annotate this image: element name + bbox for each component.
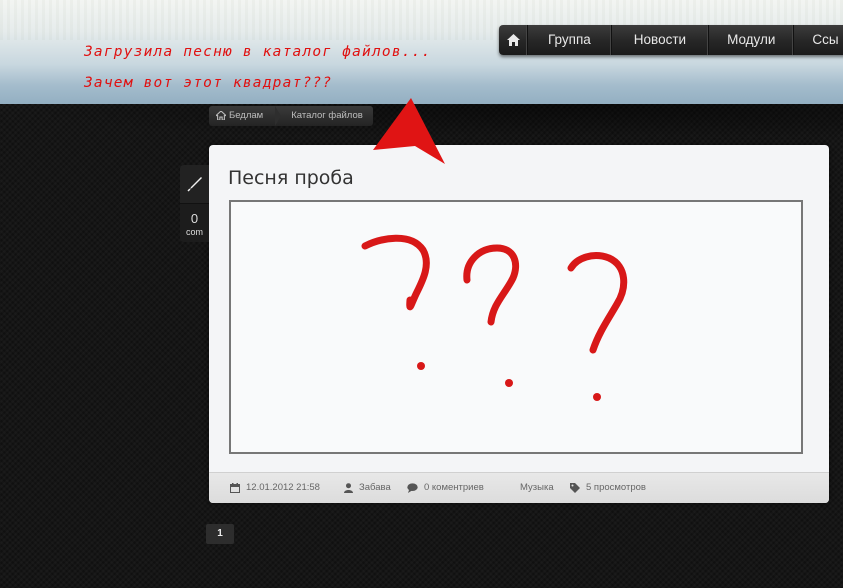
meta-date-text: 12.01.2012 21:58 xyxy=(246,482,320,493)
write-comment-button[interactable] xyxy=(180,165,209,204)
calendar-icon xyxy=(230,483,240,493)
breadcrumb-item-catalog[interactable]: Каталог файлов xyxy=(275,106,373,126)
meta-views-text: 5 просмотров xyxy=(586,482,646,493)
nav-home-button[interactable] xyxy=(499,25,528,55)
entry-title[interactable]: Песня проба xyxy=(228,167,354,189)
breadcrumb: Бедлам Каталог файлов xyxy=(209,106,373,126)
annotation-line-2: Зачем вот этот квадрат??? xyxy=(84,75,333,91)
nav-item-news[interactable]: Новости xyxy=(612,25,710,55)
media-placeholder xyxy=(229,200,803,454)
speech-bubble-icon xyxy=(407,483,418,493)
file-entry-card: Песня проба 12.01.2012 21:58 Забава 0 ко… xyxy=(209,145,829,503)
pen-icon xyxy=(186,177,202,192)
meta-author-text: Забава xyxy=(359,482,391,493)
meta-category-text: Музыка xyxy=(520,482,554,493)
main-nav: Группа Новости Модули Ссы xyxy=(499,25,843,55)
breadcrumb-item-home[interactable]: Бедлам xyxy=(209,106,282,126)
nav-item-modules[interactable]: Модули xyxy=(709,25,795,55)
meta-comments-text: 0 коментриев xyxy=(424,482,484,493)
comment-count-label: com xyxy=(185,227,203,237)
meta-comments[interactable]: 0 коментриев xyxy=(407,473,484,503)
entry-meta-bar: 12.01.2012 21:58 Забава 0 коментриев Муз… xyxy=(209,472,829,503)
side-toolbar: 0 com xyxy=(180,165,209,242)
meta-author[interactable]: Забава xyxy=(344,473,391,503)
nav-item-links[interactable]: Ссы xyxy=(794,25,843,55)
comment-counter[interactable]: 0 com xyxy=(180,204,209,242)
tag-icon xyxy=(570,483,580,493)
red-arrow-icon xyxy=(373,98,445,164)
nav-item-group[interactable]: Группа xyxy=(528,25,612,55)
breadcrumb-label: Каталог файлов xyxy=(291,110,363,121)
meta-date: 12.01.2012 21:58 xyxy=(230,473,320,503)
home-icon xyxy=(506,34,520,46)
pagination-page-1[interactable]: 1 xyxy=(206,524,234,544)
meta-category[interactable]: Музыка xyxy=(520,473,554,503)
home-icon xyxy=(216,111,226,120)
comment-count: 0 xyxy=(190,211,199,226)
meta-views: 5 просмотров xyxy=(570,473,646,503)
user-icon xyxy=(344,483,353,493)
breadcrumb-label: Бедлам xyxy=(229,110,264,121)
question-marks-drawing xyxy=(361,234,628,401)
annotation-line-1: Загрузила песню в каталог файлов... xyxy=(84,44,432,60)
